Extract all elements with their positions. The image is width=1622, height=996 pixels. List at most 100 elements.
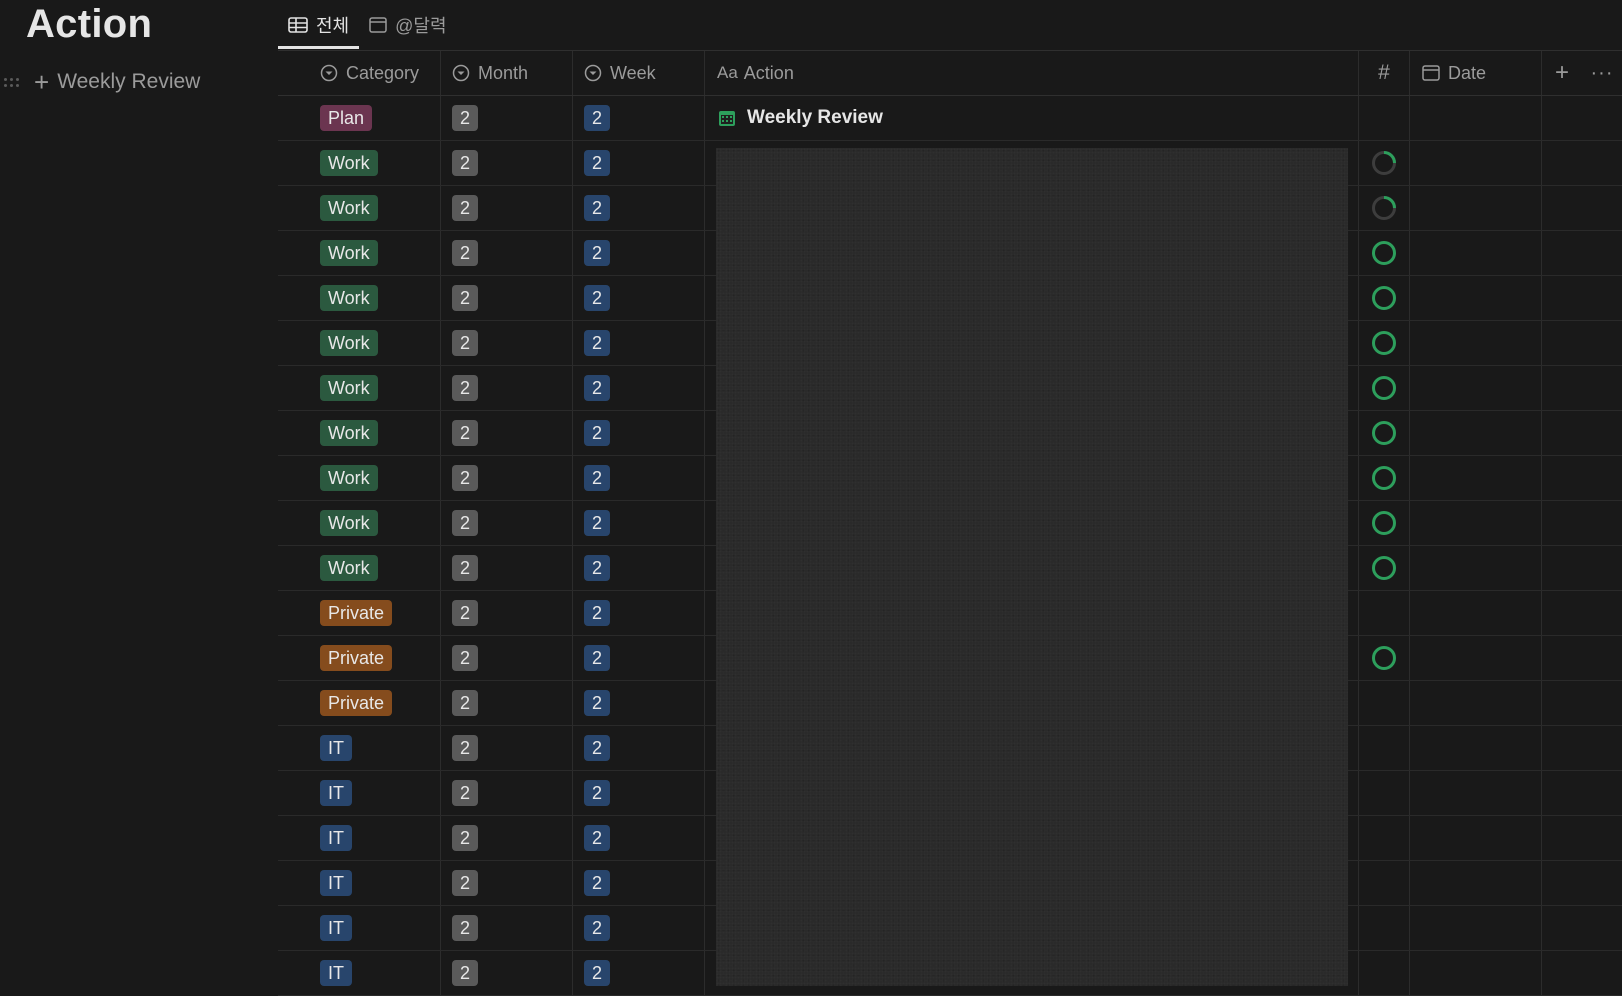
status-cell[interactable] [1359, 321, 1410, 365]
date-cell[interactable] [1410, 231, 1542, 275]
status-cell[interactable] [1359, 951, 1410, 995]
status-cell[interactable] [1359, 366, 1410, 410]
column-header-week[interactable]: Week [573, 51, 705, 95]
category-cell[interactable]: Work [278, 141, 441, 185]
date-cell[interactable] [1410, 636, 1542, 680]
status-cell[interactable] [1359, 501, 1410, 545]
month-cell[interactable]: 2 [441, 951, 573, 995]
category-cell[interactable]: Private [278, 591, 441, 635]
column-header-action[interactable]: Aa Action [705, 51, 1359, 95]
week-cell[interactable]: 2 [573, 771, 705, 815]
status-cell[interactable] [1359, 411, 1410, 455]
week-cell[interactable]: 2 [573, 186, 705, 230]
month-cell[interactable]: 2 [441, 141, 573, 185]
status-cell[interactable] [1359, 681, 1410, 725]
week-cell[interactable]: 2 [573, 366, 705, 410]
column-header-category[interactable]: Category [278, 51, 441, 95]
status-cell[interactable] [1359, 591, 1410, 635]
month-cell[interactable]: 2 [441, 186, 573, 230]
date-cell[interactable] [1410, 276, 1542, 320]
date-cell[interactable] [1410, 816, 1542, 860]
category-cell[interactable]: Work [278, 366, 441, 410]
date-cell[interactable] [1410, 546, 1542, 590]
month-cell[interactable]: 2 [441, 816, 573, 860]
date-cell[interactable] [1410, 861, 1542, 905]
month-cell[interactable]: 2 [441, 591, 573, 635]
table-row[interactable]: Plan 2 2 Weekly Review [278, 96, 1622, 141]
week-cell[interactable]: 2 [573, 726, 705, 770]
status-cell[interactable] [1359, 726, 1410, 770]
status-cell[interactable] [1359, 96, 1410, 140]
date-cell[interactable] [1410, 366, 1542, 410]
status-cell[interactable] [1359, 636, 1410, 680]
week-cell[interactable]: 2 [573, 636, 705, 680]
week-cell[interactable]: 2 [573, 861, 705, 905]
week-cell[interactable]: 2 [573, 591, 705, 635]
week-cell[interactable]: 2 [573, 546, 705, 590]
date-cell[interactable] [1410, 906, 1542, 950]
status-cell[interactable] [1359, 276, 1410, 320]
category-cell[interactable]: Work [278, 501, 441, 545]
month-cell[interactable]: 2 [441, 231, 573, 275]
month-cell[interactable]: 2 [441, 861, 573, 905]
month-cell[interactable]: 2 [441, 636, 573, 680]
week-cell[interactable]: 2 [573, 906, 705, 950]
add-property-button[interactable]: + [1542, 51, 1582, 95]
month-cell[interactable]: 2 [441, 726, 573, 770]
more-options-button[interactable]: ··· [1582, 51, 1622, 95]
category-cell[interactable]: IT [278, 951, 441, 995]
date-cell[interactable] [1410, 96, 1542, 140]
week-cell[interactable]: 2 [573, 411, 705, 455]
drag-handle-icon[interactable] [4, 77, 20, 87]
week-cell[interactable]: 2 [573, 141, 705, 185]
status-cell[interactable] [1359, 546, 1410, 590]
column-header-date[interactable]: Date [1410, 51, 1542, 95]
week-cell[interactable]: 2 [573, 501, 705, 545]
date-cell[interactable] [1410, 141, 1542, 185]
category-cell[interactable]: IT [278, 861, 441, 905]
date-cell[interactable] [1410, 726, 1542, 770]
date-cell[interactable] [1410, 411, 1542, 455]
date-cell[interactable] [1410, 321, 1542, 365]
date-cell[interactable] [1410, 951, 1542, 995]
category-cell[interactable]: Work [278, 321, 441, 365]
status-cell[interactable] [1359, 231, 1410, 275]
category-cell[interactable]: IT [278, 726, 441, 770]
category-cell[interactable]: IT [278, 771, 441, 815]
status-cell[interactable] [1359, 771, 1410, 815]
status-cell[interactable] [1359, 141, 1410, 185]
column-header-number[interactable]: # [1359, 51, 1410, 95]
week-cell[interactable]: 2 [573, 276, 705, 320]
date-cell[interactable] [1410, 186, 1542, 230]
category-cell[interactable]: Private [278, 636, 441, 680]
date-cell[interactable] [1410, 681, 1542, 725]
month-cell[interactable]: 2 [441, 681, 573, 725]
month-cell[interactable]: 2 [441, 771, 573, 815]
category-cell[interactable]: Work [278, 231, 441, 275]
category-cell[interactable]: Private [278, 681, 441, 725]
date-cell[interactable] [1410, 771, 1542, 815]
category-cell[interactable]: Plan [278, 96, 441, 140]
tab-all[interactable]: 전체 [278, 1, 360, 49]
month-cell[interactable]: 2 [441, 501, 573, 545]
category-cell[interactable]: Work [278, 186, 441, 230]
status-cell[interactable] [1359, 456, 1410, 500]
month-cell[interactable]: 2 [441, 276, 573, 320]
month-cell[interactable]: 2 [441, 411, 573, 455]
category-cell[interactable]: Work [278, 411, 441, 455]
week-cell[interactable]: 2 [573, 456, 705, 500]
month-cell[interactable]: 2 [441, 321, 573, 365]
category-cell[interactable]: IT [278, 906, 441, 950]
category-cell[interactable]: Work [278, 456, 441, 500]
month-cell[interactable]: 2 [441, 96, 573, 140]
month-cell[interactable]: 2 [441, 546, 573, 590]
category-cell[interactable]: IT [278, 816, 441, 860]
date-cell[interactable] [1410, 456, 1542, 500]
status-cell[interactable] [1359, 186, 1410, 230]
category-cell[interactable]: Work [278, 546, 441, 590]
week-cell[interactable]: 2 [573, 96, 705, 140]
week-cell[interactable]: 2 [573, 951, 705, 995]
category-cell[interactable]: Work [278, 276, 441, 320]
add-weekly-review-button[interactable]: + Weekly Review [34, 69, 200, 95]
date-cell[interactable] [1410, 591, 1542, 635]
